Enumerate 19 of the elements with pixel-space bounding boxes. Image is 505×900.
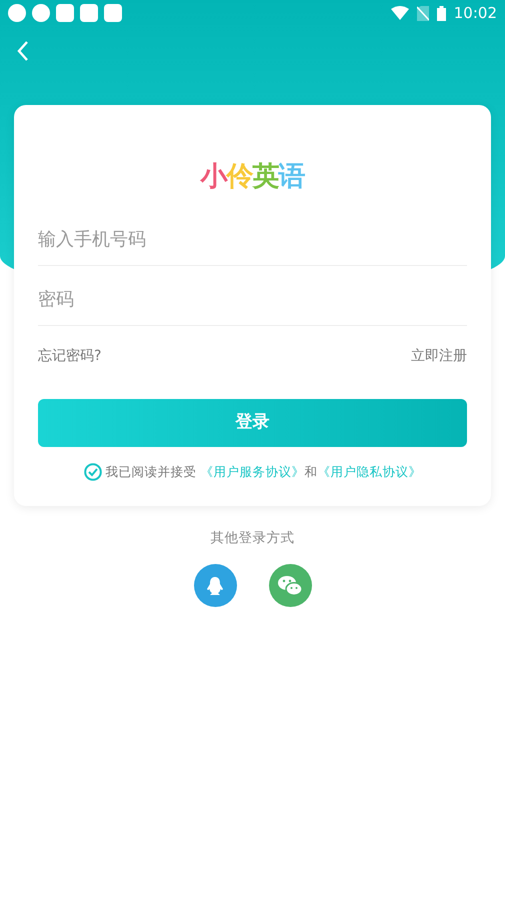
notification-icon [80, 4, 98, 22]
no-sim-icon [416, 6, 429, 20]
status-time: 10:02 [454, 2, 497, 24]
chat-bubbles-icon [277, 574, 303, 596]
notification-icon [104, 4, 122, 22]
terms-link[interactable]: 《用户服务协议》 [200, 464, 304, 479]
wechat-login-button[interactable] [268, 564, 312, 607]
notification-icon [56, 4, 74, 22]
login-button[interactable]: 登录 [38, 399, 467, 447]
forgot-password-link[interactable]: 忘记密码? [38, 346, 102, 367]
qq-login-button[interactable] [194, 564, 236, 607]
other-login-label: 其他登录方式 [210, 528, 294, 548]
wifi-icon [390, 6, 409, 20]
privacy-link[interactable]: 《用户隐私协议》 [317, 464, 422, 479]
penguin-icon [206, 576, 224, 596]
agreement-checkbox[interactable] [84, 463, 102, 482]
app-logo: 小伶英语 [200, 163, 304, 190]
agreement-text: 我已阅读并接受 《用户服务协议》和《用户隐私协议》 [106, 463, 422, 481]
register-link[interactable]: 立即注册 [411, 346, 467, 367]
